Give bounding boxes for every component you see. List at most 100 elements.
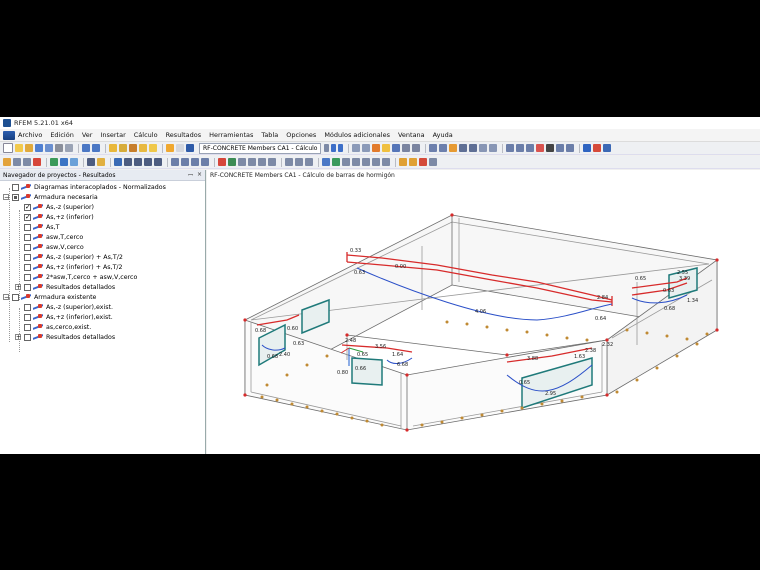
previous-case-icon[interactable] (331, 144, 337, 152)
tilt-icon[interactable] (382, 158, 390, 166)
cut-icon[interactable] (134, 158, 142, 166)
node-icon[interactable] (3, 158, 11, 166)
item-checkbox[interactable] (24, 323, 31, 331)
table-icon[interactable] (149, 144, 157, 152)
tree-item-asw-combined[interactable]: 2*asw,T,cerco + asw,V,cerco (24, 272, 137, 282)
divide-icon[interactable] (258, 158, 266, 166)
deformation-icon[interactable] (362, 144, 371, 152)
measure-icon[interactable] (526, 144, 535, 152)
item-checkbox[interactable] (24, 233, 31, 241)
collapse-icon[interactable]: − (3, 194, 9, 201)
menu-opciones[interactable]: Opciones (286, 131, 316, 139)
menu-ver[interactable]: Ver (82, 131, 93, 139)
expand-icon[interactable]: + (15, 284, 21, 291)
view-y-icon[interactable] (459, 144, 468, 152)
item-checkbox[interactable] (24, 253, 31, 261)
delete-icon[interactable] (536, 144, 545, 152)
print-report-icon[interactable] (399, 158, 407, 166)
guide-icon[interactable] (191, 158, 199, 166)
next-case-icon[interactable] (338, 144, 344, 152)
load-case-combo[interactable]: RF-CONCRETE Members CA1 - Cálculo (199, 142, 322, 154)
grid-icon[interactable] (87, 158, 95, 166)
render-icon[interactable] (449, 144, 458, 152)
save-all-icon[interactable] (45, 144, 53, 152)
item-checkbox[interactable] (24, 303, 31, 311)
item-checkbox[interactable] (24, 333, 31, 341)
save-icon[interactable] (35, 144, 43, 152)
orbit-icon[interactable] (332, 158, 340, 166)
print-graphic-icon[interactable] (65, 144, 73, 152)
rotate-model-icon[interactable] (238, 158, 246, 166)
section-icon[interactable] (402, 144, 411, 152)
animation-icon[interactable] (372, 144, 381, 152)
combo-dropdown-icon[interactable] (324, 144, 330, 152)
tree-item-ast[interactable]: As,T (24, 222, 59, 232)
menu-insertar[interactable]: Insertar (100, 131, 125, 139)
item-checkbox[interactable] (12, 293, 19, 301)
solid-icon[interactable] (70, 158, 78, 166)
menu-edicion[interactable]: Edición (50, 131, 74, 139)
menu-ayuda[interactable]: Ayuda (433, 131, 453, 139)
item-checkbox[interactable] (24, 243, 31, 251)
menu-calculo[interactable]: Cálculo (134, 131, 158, 139)
filter-icon[interactable] (566, 144, 575, 152)
dimension-icon[interactable] (171, 158, 179, 166)
print-icon[interactable] (55, 144, 63, 152)
check-icon[interactable] (218, 158, 226, 166)
menu-ventana[interactable]: Ventana (398, 131, 425, 139)
window-icon[interactable] (583, 144, 592, 152)
tree-item-as-superior-exist[interactable]: As,-z (superior),exist. (24, 302, 113, 312)
tree-item-as-inferior-exist[interactable]: As,+z (inferior),exist. (24, 312, 113, 322)
zoom-all-icon[interactable] (489, 144, 498, 152)
expand-icon[interactable]: + (15, 334, 21, 341)
3d-rotate-icon[interactable] (322, 158, 330, 166)
tree-item-diagramas[interactable]: Diagramas interacoplados - Normalizados (12, 182, 166, 192)
tree-item-as-inferior-ast[interactable]: As,+z (inferior) + As,T/2 (24, 262, 123, 272)
menu-herramientas[interactable]: Herramientas (209, 131, 253, 139)
tree-item-as-cerco-exist[interactable]: as,cerco,exist. (24, 322, 91, 332)
wireframe-icon[interactable] (285, 158, 293, 166)
item-checkbox[interactable] (24, 263, 31, 271)
item-checkbox[interactable] (12, 183, 19, 191)
item-checkbox[interactable] (24, 203, 31, 211)
view-z-icon[interactable] (469, 144, 478, 152)
new-file-icon[interactable] (3, 143, 13, 153)
menu-modulos-adicionales[interactable]: Módulos adicionales (324, 131, 390, 139)
module-icon[interactable] (186, 144, 194, 152)
move-icon[interactable] (154, 158, 162, 166)
model-view[interactable]: RF-CONCRETE Members CA1 - Cálculo de bar… (207, 170, 760, 454)
item-checkbox[interactable] (24, 213, 31, 221)
rotate-icon[interactable] (506, 144, 515, 152)
tree-item-armadura-existente[interactable]: − Armadura existente (3, 292, 96, 302)
perspective-icon[interactable] (362, 158, 370, 166)
pan-icon[interactable] (516, 144, 525, 152)
undo-icon[interactable] (82, 144, 90, 152)
tree-item-asw-v[interactable]: asw,V,cerco (24, 242, 84, 252)
app-menu-icon[interactable] (3, 130, 15, 140)
item-checkbox[interactable] (12, 193, 19, 201)
support-icon[interactable] (33, 158, 41, 166)
tree-item-as-superior[interactable]: As,-z (superior) (24, 202, 94, 212)
marker-icon[interactable] (419, 158, 427, 166)
color-icon[interactable] (546, 144, 555, 152)
show-results-icon[interactable] (166, 144, 174, 152)
close-icon[interactable]: × (197, 171, 202, 179)
tree-item-as-inferior[interactable]: As,+z (inferior) (24, 212, 94, 222)
item-checkbox[interactable] (24, 283, 31, 291)
zoom-icon[interactable] (479, 144, 488, 152)
panel-icon[interactable] (176, 144, 184, 152)
printout-icon[interactable] (409, 158, 417, 166)
table-results-icon[interactable] (412, 144, 421, 152)
copy-icon[interactable] (144, 158, 152, 166)
options-icon[interactable] (429, 158, 437, 166)
values-on-icon[interactable] (382, 144, 391, 152)
search-icon[interactable] (119, 144, 127, 152)
menu-resultados[interactable]: Resultados (166, 131, 202, 139)
mirror-icon[interactable] (248, 158, 256, 166)
menu-tabla[interactable]: Tabla (261, 131, 278, 139)
menu-archivo[interactable]: Archivo (18, 131, 42, 139)
solid-view-icon[interactable] (295, 158, 303, 166)
help-icon[interactable] (603, 144, 612, 152)
coordinate-icon[interactable] (352, 158, 360, 166)
tree-item-asw-t[interactable]: asw,T,cerco (24, 232, 83, 242)
